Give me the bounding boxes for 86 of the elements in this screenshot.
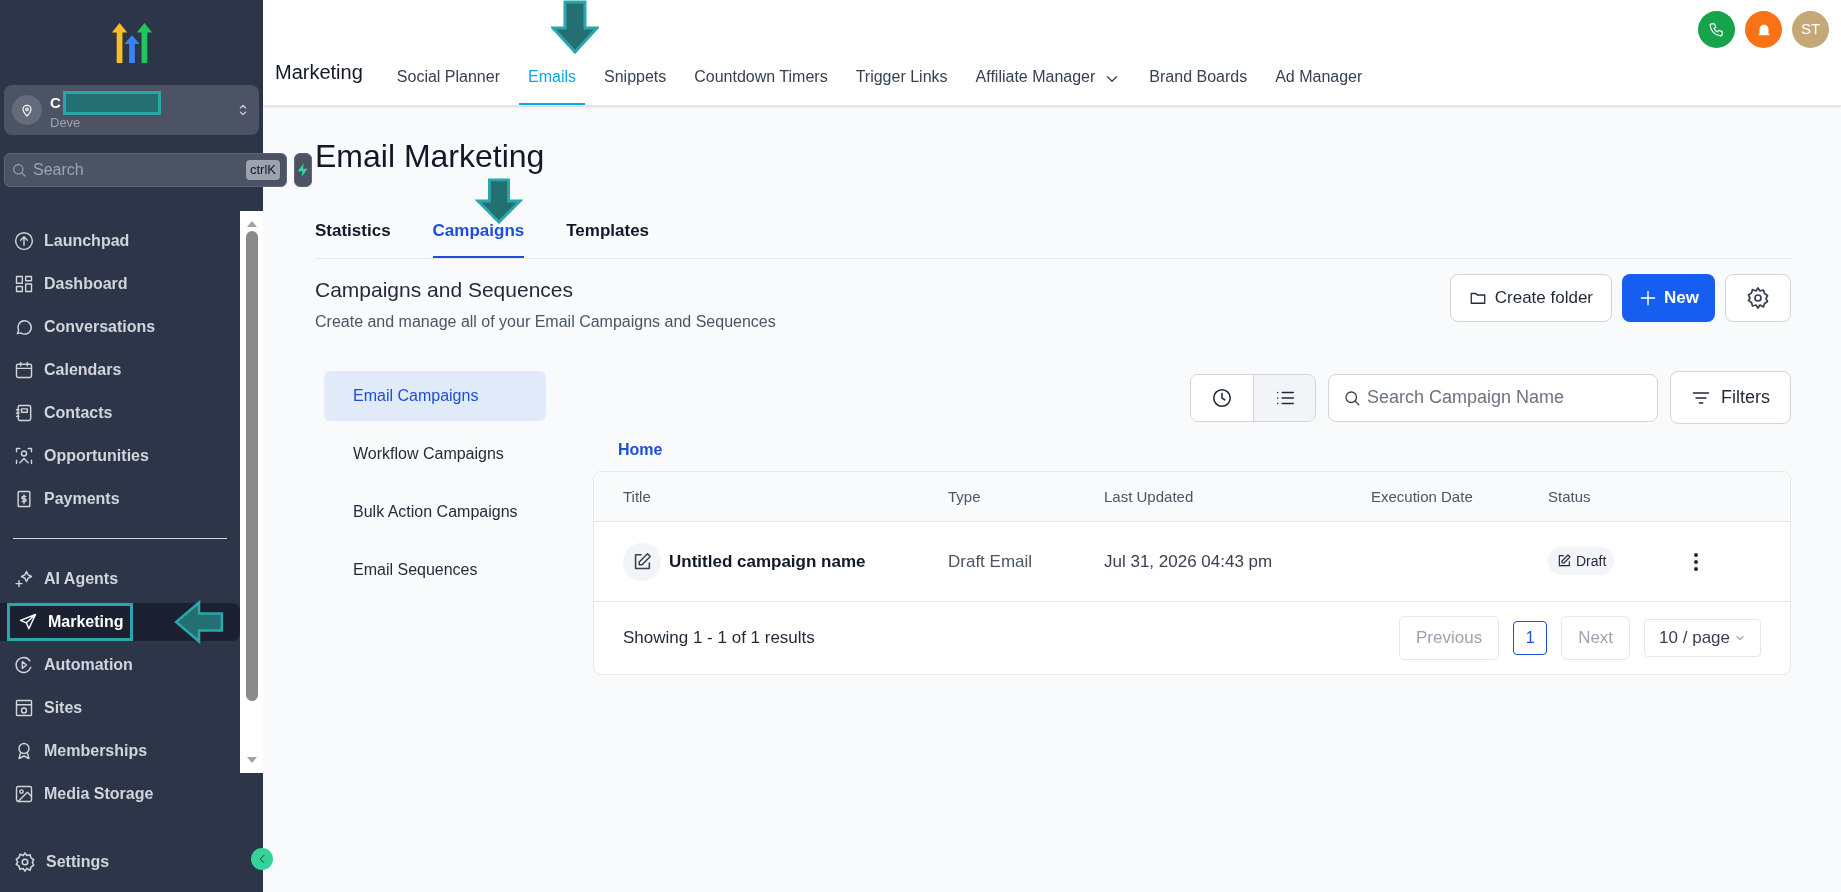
nav-tab[interactable]: Ad Manager [1266,55,1372,105]
dashboard-icon [14,273,34,294]
table-cell: Jul 31, 2026 04:43 pm [1104,551,1273,571]
new-button[interactable]: New [1622,273,1715,322]
nav-tab[interactable]: Social Planner [387,55,509,105]
sidebar-item[interactable]: Automation [10,648,137,681]
sidebar-item[interactable]: Sites [10,691,87,724]
page-size-select[interactable]: 10 / page [1644,619,1761,657]
search-field[interactable]: Search ctrlK [4,153,287,187]
sidebar-item[interactable]: Settings [10,843,114,881]
page-button[interactable]: 1 [1513,621,1548,655]
settings-button[interactable] [1725,273,1791,322]
scroll-up-icon[interactable] [246,221,257,227]
column-header: Status [1548,487,1591,505]
results-summary: Showing 1 - 1 of 1 results [623,627,816,650]
timeline-view-button[interactable] [1191,374,1253,421]
status-badge: Draft [1548,547,1615,575]
search-icon [1343,388,1361,407]
column-header: Execution Date [1371,487,1473,505]
ai-icon [14,568,34,589]
nav-tab[interactable]: Snippets [595,55,676,105]
automation-icon [14,654,34,675]
sidebar-item[interactable]: Payments [10,482,124,515]
arrow-annotation [475,178,523,224]
campaign-menu-item[interactable]: Workflow Campaigns [324,429,546,479]
campaign-menu-item[interactable]: Email Sequences [324,545,546,595]
settings-icon [14,851,36,873]
sidebar-item[interactable]: Media Storage [10,777,158,810]
phone-icon [1708,21,1725,38]
search-input[interactable]: Search [33,154,240,186]
contacts-icon [14,402,34,423]
sidebar-item[interactable]: Contacts [10,396,117,429]
section-title: Marketing [275,60,363,85]
column-header: Type [948,487,981,505]
sidebar-item[interactable]: Conversations [10,310,160,343]
collapse-button[interactable] [251,848,273,870]
phone-button[interactable] [1698,11,1735,48]
account-subtitle: Deve [50,114,82,130]
sidebar-item[interactable]: Memberships [10,734,152,767]
shortcut-key: ctrlK [246,160,280,180]
arrow-annotation [172,599,225,644]
nav-tab[interactable]: Affiliate Manager [966,55,1131,105]
sidebar-item[interactable]: Opportunities [10,439,153,472]
opportunities-icon [14,445,34,466]
nav-tab[interactable]: Brand Boards [1140,55,1257,105]
clock-icon [1211,386,1233,409]
search-icon [11,162,27,178]
location-icon [12,95,42,125]
marketing-icon [18,611,38,632]
launchpad-icon [14,230,34,251]
column-header: Title [623,487,651,505]
calendars-icon [14,359,34,380]
sidebar-item[interactable]: Calendars [10,353,126,386]
search-input[interactable]: Search Campaign Name [1367,374,1643,421]
settings-icon [1746,285,1770,310]
page-title: Email Marketing [315,137,546,176]
table-cell-text: Untitled campaign name [669,550,866,573]
create-folder-button[interactable]: Create folder [1449,273,1613,322]
sidebar-item[interactable]: AI Agents [10,562,123,595]
quick-action-button[interactable] [294,153,312,187]
column-header: Last Updated [1104,487,1194,505]
account-switcher[interactable]: C Deve [4,85,259,135]
section-title: Campaigns and Sequences [315,276,574,303]
sites-icon [14,697,34,718]
campaign-menu-item[interactable]: Bulk Action Campaigns [324,487,546,537]
scroll-down-icon[interactable] [246,757,257,763]
campaign-menu-item[interactable]: Email Campaigns [324,371,546,421]
payments-icon [14,488,34,509]
arrow-annotation [551,0,599,54]
edit-icon [623,542,661,581]
section-description: Create and manage all of your Email Campaigns and Sequences [315,312,776,332]
page-tab[interactable]: Statistics [315,218,391,258]
page-tab[interactable]: Templates [566,218,650,258]
media-icon [14,783,34,804]
nav-tab[interactable]: Trigger Links [846,55,957,105]
sidebar-item[interactable]: Marketing [14,605,128,638]
sidebar-item[interactable]: Dashboard [10,267,132,300]
search-field[interactable]: Search Campaign Name [1328,373,1658,422]
account-name: C [50,95,61,110]
filters-button[interactable]: Filters [1670,371,1791,424]
table-cell: Draft Email [948,551,1033,571]
sidebar-item[interactable]: Launchpad [10,224,134,257]
nav-tab[interactable]: Countdown Timers [685,55,837,105]
scrollbar-thumb[interactable] [245,231,258,701]
breadcrumb-link[interactable]: Home [618,438,1791,462]
notification-button[interactable] [1745,11,1782,48]
